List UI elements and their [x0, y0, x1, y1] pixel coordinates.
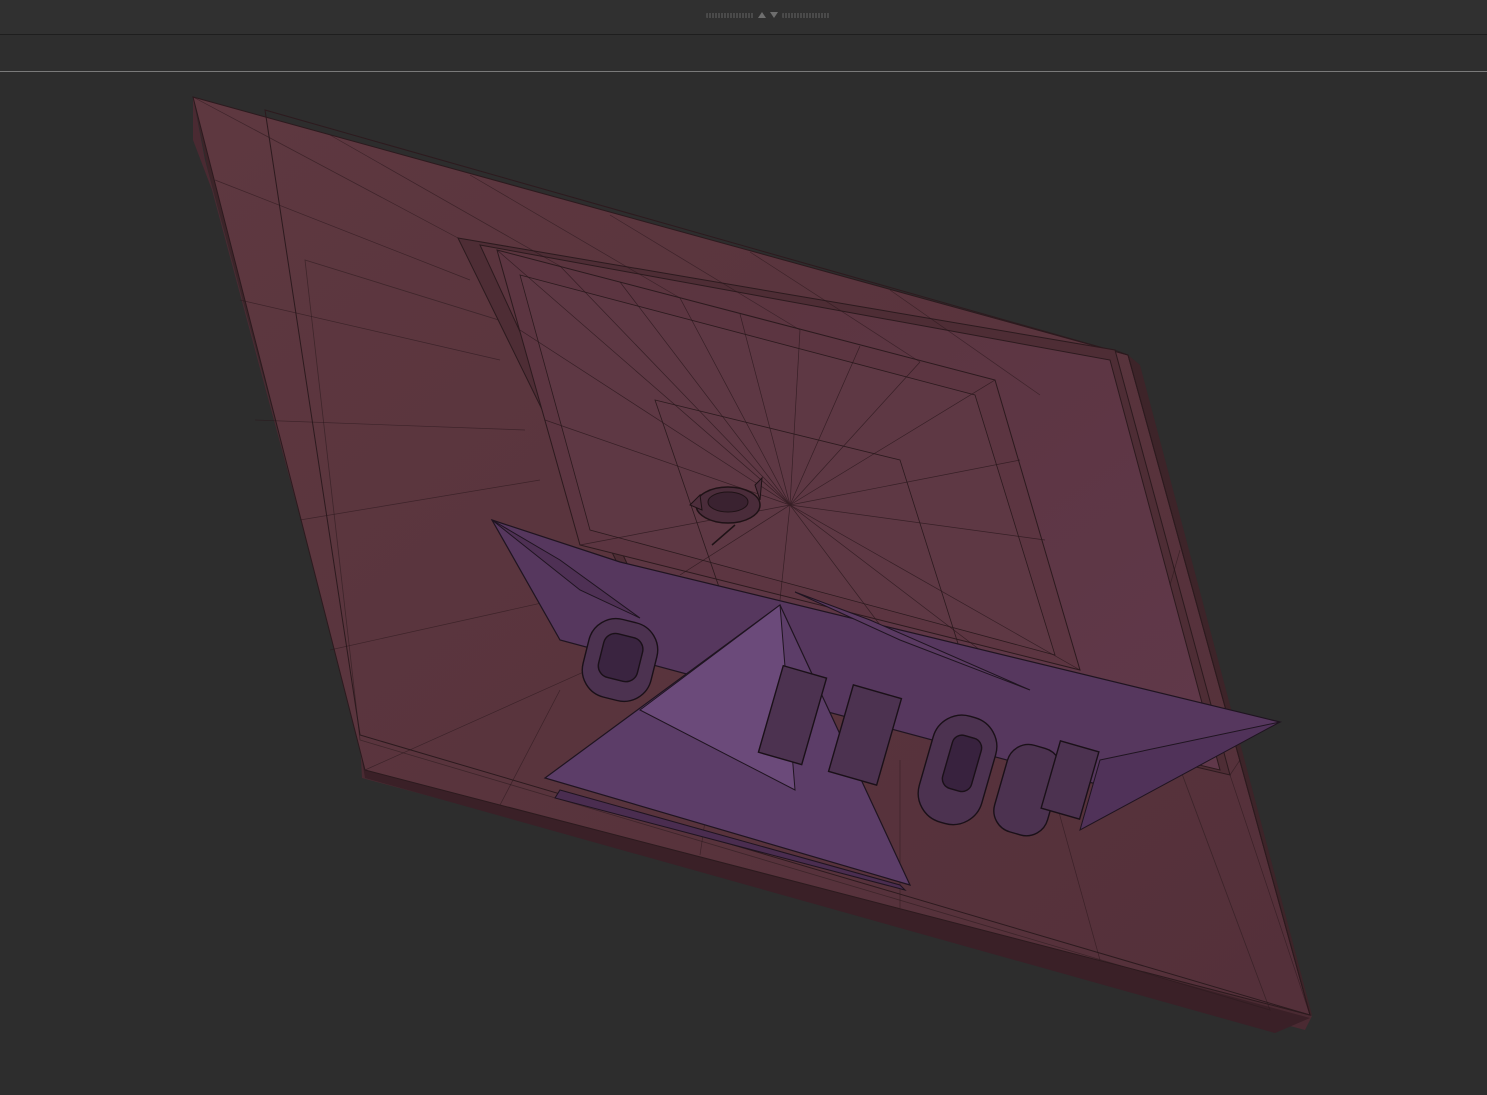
arrow-up-icon: [758, 12, 766, 18]
app-window: [0, 0, 1487, 1095]
viewport-canvas[interactable]: [0, 72, 1487, 1095]
arrow-down-icon: [770, 12, 778, 18]
grip-right-icon: [782, 12, 830, 18]
panel-collapse-handle[interactable]: [703, 9, 833, 21]
toolbar-strip: [0, 35, 1487, 72]
3d-viewport[interactable]: [0, 72, 1487, 1095]
top-panel-bar: [0, 0, 1487, 35]
grip-left-icon: [706, 12, 754, 18]
